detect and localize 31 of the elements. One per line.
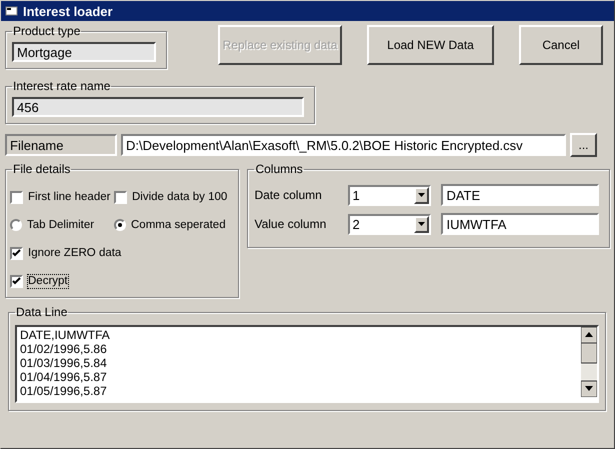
radio-label: Comma seperated — [131, 218, 226, 232]
window-title: Interest loader — [23, 4, 113, 18]
checkbox-label: Divide data by 100 — [132, 190, 228, 204]
data-line: 01/05/1996,5.87 — [20, 384, 108, 398]
column-label: Date column — [254, 188, 323, 202]
data-list[interactable]: DATE,IUMWTFA 01/02/1996,5.86 01/03/1996,5.84 01/04/1996,5.87 01/05/1996,5.87 — [15, 325, 599, 403]
interest-rate-field[interactable]: 456 — [12, 97, 304, 117]
action-button[interactable]: Load NEW Data — [367, 25, 494, 65]
column-label: Value column — [254, 217, 328, 231]
column-dropdown[interactable]: 1 — [348, 184, 432, 206]
checkbox-label: Decrypt — [28, 274, 68, 288]
action-button[interactable]: Cancel — [519, 25, 603, 65]
data-line: 01/02/1996,5.86 — [20, 342, 108, 356]
group-label: Product type — [12, 24, 82, 38]
column-name-field[interactable]: DATE — [441, 184, 600, 206]
group-label: Interest rate name — [12, 79, 112, 93]
product-type-field[interactable]: Mortgage — [12, 42, 156, 62]
data-line: 01/03/1996,5.84 — [20, 356, 108, 370]
column-name-field[interactable]: IUMWTFA — [441, 213, 600, 235]
radio-label: Tab Delimiter — [27, 218, 94, 232]
filename-label: Filename — [5, 134, 117, 156]
checkbox-label: Ignore ZERO data — [28, 246, 122, 260]
filename-field[interactable]: D:\Development\Alan\Exasoft\_RM\5.0.2\BOE Historic Encrypted.csv — [121, 134, 566, 156]
column-dropdown[interactable]: 2 — [348, 214, 432, 234]
data-line: 01/04/1996,5.87 — [20, 370, 108, 384]
group-label: Columns — [254, 162, 304, 176]
group-label: Data Line — [15, 305, 68, 319]
checkbox-label: First line header — [28, 190, 110, 204]
data-line: DATE,IUMWTFA — [20, 328, 111, 342]
browse-button[interactable]: ... — [570, 133, 597, 157]
group-label: File details — [12, 162, 72, 176]
